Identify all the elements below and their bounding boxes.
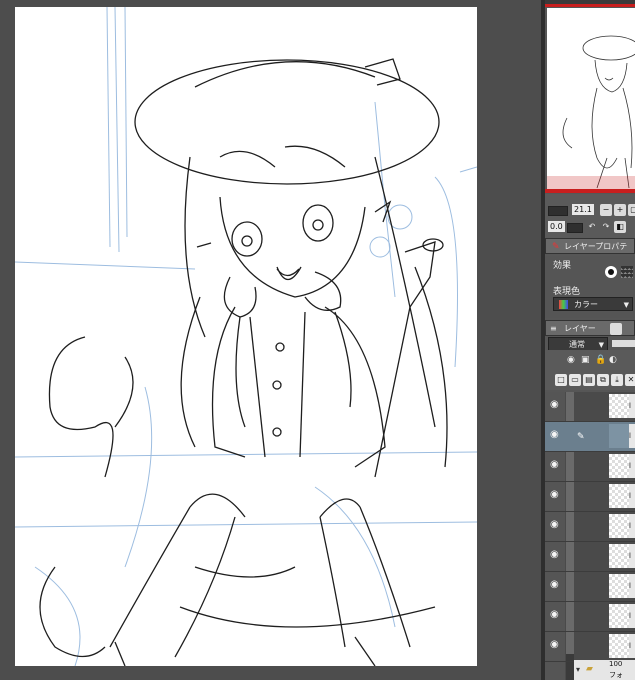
layer-name: l (629, 424, 635, 448)
flip-icon[interactable]: ◧ (614, 221, 626, 233)
layer-row[interactable]: ◉ l (545, 602, 635, 632)
tab-layer[interactable]: ≡ レイヤー (545, 320, 635, 336)
right-panel: 21.1 − + ▢ 0.0 ↶ ↷ ◧ ✎ レイヤープロパティ 効果 表現色 … (545, 0, 635, 680)
lock-icon[interactable]: 🔒 (595, 355, 606, 365)
zoom-slider[interactable] (548, 206, 568, 216)
new-layer-icon[interactable]: □ (555, 374, 567, 386)
merge-layer-icon[interactable]: ⤓ (611, 374, 623, 386)
layer-name: l (629, 574, 635, 598)
blend-mode-select[interactable]: 通常 ▼ (548, 337, 608, 351)
layer-thumbnail (609, 634, 629, 658)
rotation-slider[interactable] (567, 223, 583, 233)
layer-property-panel: 効果 表現色 カラー ▼ (545, 256, 635, 318)
eye-icon[interactable]: ◉ (550, 490, 560, 500)
chevron-down-icon: ▼ (623, 301, 629, 309)
layer-thumbnail (609, 454, 629, 478)
navigator-header (545, 0, 635, 7)
tab-layer-label: レイヤー (564, 324, 596, 333)
pen-icon: ✎ (577, 432, 585, 442)
new-vector-layer-icon[interactable]: ▭ (569, 374, 581, 386)
eye-icon[interactable]: ◉ (550, 550, 560, 560)
blend-mode-value: 通常 (569, 340, 585, 349)
layer-row[interactable]: ◉ l (545, 392, 635, 422)
layer-list[interactable]: ◉ l ◉ ✎ l ◉ l ◉ l ◉ l ◉ l ◉ l ◉ l ◉ l ▾ … (545, 392, 635, 680)
reference-icon[interactable]: ▣ (581, 355, 590, 365)
layer-name: l (629, 454, 635, 478)
eye-icon[interactable]: ◉ (550, 610, 560, 620)
folder-layer-row[interactable]: ▾ ▰ 100 フォ (574, 660, 635, 680)
canvas-area[interactable] (0, 0, 541, 680)
layer-thumbnail (609, 394, 629, 418)
eye-icon[interactable]: ◉ (550, 430, 560, 440)
rotate-left-icon[interactable]: ↶ (586, 221, 598, 233)
delete-layer-icon[interactable]: ✕ (625, 374, 635, 386)
zoom-out-icon[interactable]: − (600, 204, 612, 216)
mask-icon[interactable]: ◐ (609, 355, 617, 365)
eye-icon[interactable]: ◉ (550, 400, 560, 410)
navigator-tools: 21.1 − + ▢ 0.0 ↶ ↷ ◧ (545, 194, 635, 241)
layer-thumbnail (609, 544, 629, 568)
new-folder-icon[interactable]: ▤ (583, 374, 595, 386)
folder-opacity: 100 (609, 660, 623, 668)
layer-row-selected[interactable]: ◉ ✎ l (545, 422, 635, 452)
layer-row[interactable]: ◉ l (545, 482, 635, 512)
zoom-value[interactable]: 21.1 (572, 204, 594, 215)
folder-icon: ▰ (586, 664, 593, 674)
layer-name: l (629, 484, 635, 508)
layer-row[interactable]: ◉ l (545, 542, 635, 572)
layer-name: l (629, 634, 635, 658)
clip-icon[interactable]: ◉ (567, 355, 575, 365)
rotate-right-icon[interactable]: ↷ (600, 221, 612, 233)
layer-row[interactable]: ◉ l (545, 512, 635, 542)
layer-thumbnail (609, 514, 629, 538)
layer-extra-icon[interactable] (610, 323, 622, 335)
layer-row[interactable]: ◉ l (545, 632, 635, 662)
layer-name: l (629, 604, 635, 628)
fit-icon[interactable]: ▢ (628, 204, 635, 216)
pen-icon: ✎ (552, 242, 560, 252)
eye-icon[interactable]: ◉ (550, 640, 560, 650)
layer-tab-icon: ≡ (550, 324, 557, 333)
layer-thumbnail (609, 604, 629, 628)
layer-thumbnail (609, 424, 629, 448)
navigator-thumbnail (547, 35, 635, 190)
layer-row[interactable]: ◉ l (545, 572, 635, 602)
layer-thumbnail (609, 574, 629, 598)
layer-toolbar: ◉ ▣ 🔒 ◐ □ ▭ ▤ ⧉ ⤓ ✕ (545, 350, 635, 390)
color-mode-value: カラー (574, 300, 598, 309)
effect-toggle[interactable] (605, 266, 617, 278)
tab-layer-property[interactable]: ✎ レイヤープロパティ (545, 238, 635, 267)
opacity-slider[interactable] (612, 340, 635, 347)
layer-name: l (629, 544, 635, 568)
color-swatch-icon (559, 300, 568, 309)
eye-icon[interactable]: ◉ (550, 460, 560, 470)
navigator-preview[interactable] (547, 8, 635, 190)
rotation-value[interactable]: 0.0 (548, 221, 565, 232)
color-mode-select[interactable]: カラー ▼ (553, 297, 633, 311)
lineart-illustration (15, 7, 477, 666)
drawing-canvas[interactable] (15, 7, 477, 666)
navigator-frame-edge (545, 189, 635, 193)
layer-name: l (629, 394, 635, 418)
eye-icon[interactable]: ◉ (550, 580, 560, 590)
layer-thumbnail (609, 484, 629, 508)
zoom-in-icon[interactable]: + (614, 204, 626, 216)
expand-icon[interactable]: ▾ (576, 665, 580, 674)
layer-row[interactable]: ◉ l (545, 452, 635, 482)
effect-label: 効果 (553, 261, 572, 271)
color-label: 表現色 (553, 287, 581, 297)
eye-icon[interactable]: ◉ (550, 520, 560, 530)
layer-name: l (629, 514, 635, 538)
copy-layer-icon[interactable]: ⧉ (597, 374, 609, 386)
folder-name: フォ (609, 671, 623, 679)
effect-tone-icon[interactable] (621, 266, 633, 278)
